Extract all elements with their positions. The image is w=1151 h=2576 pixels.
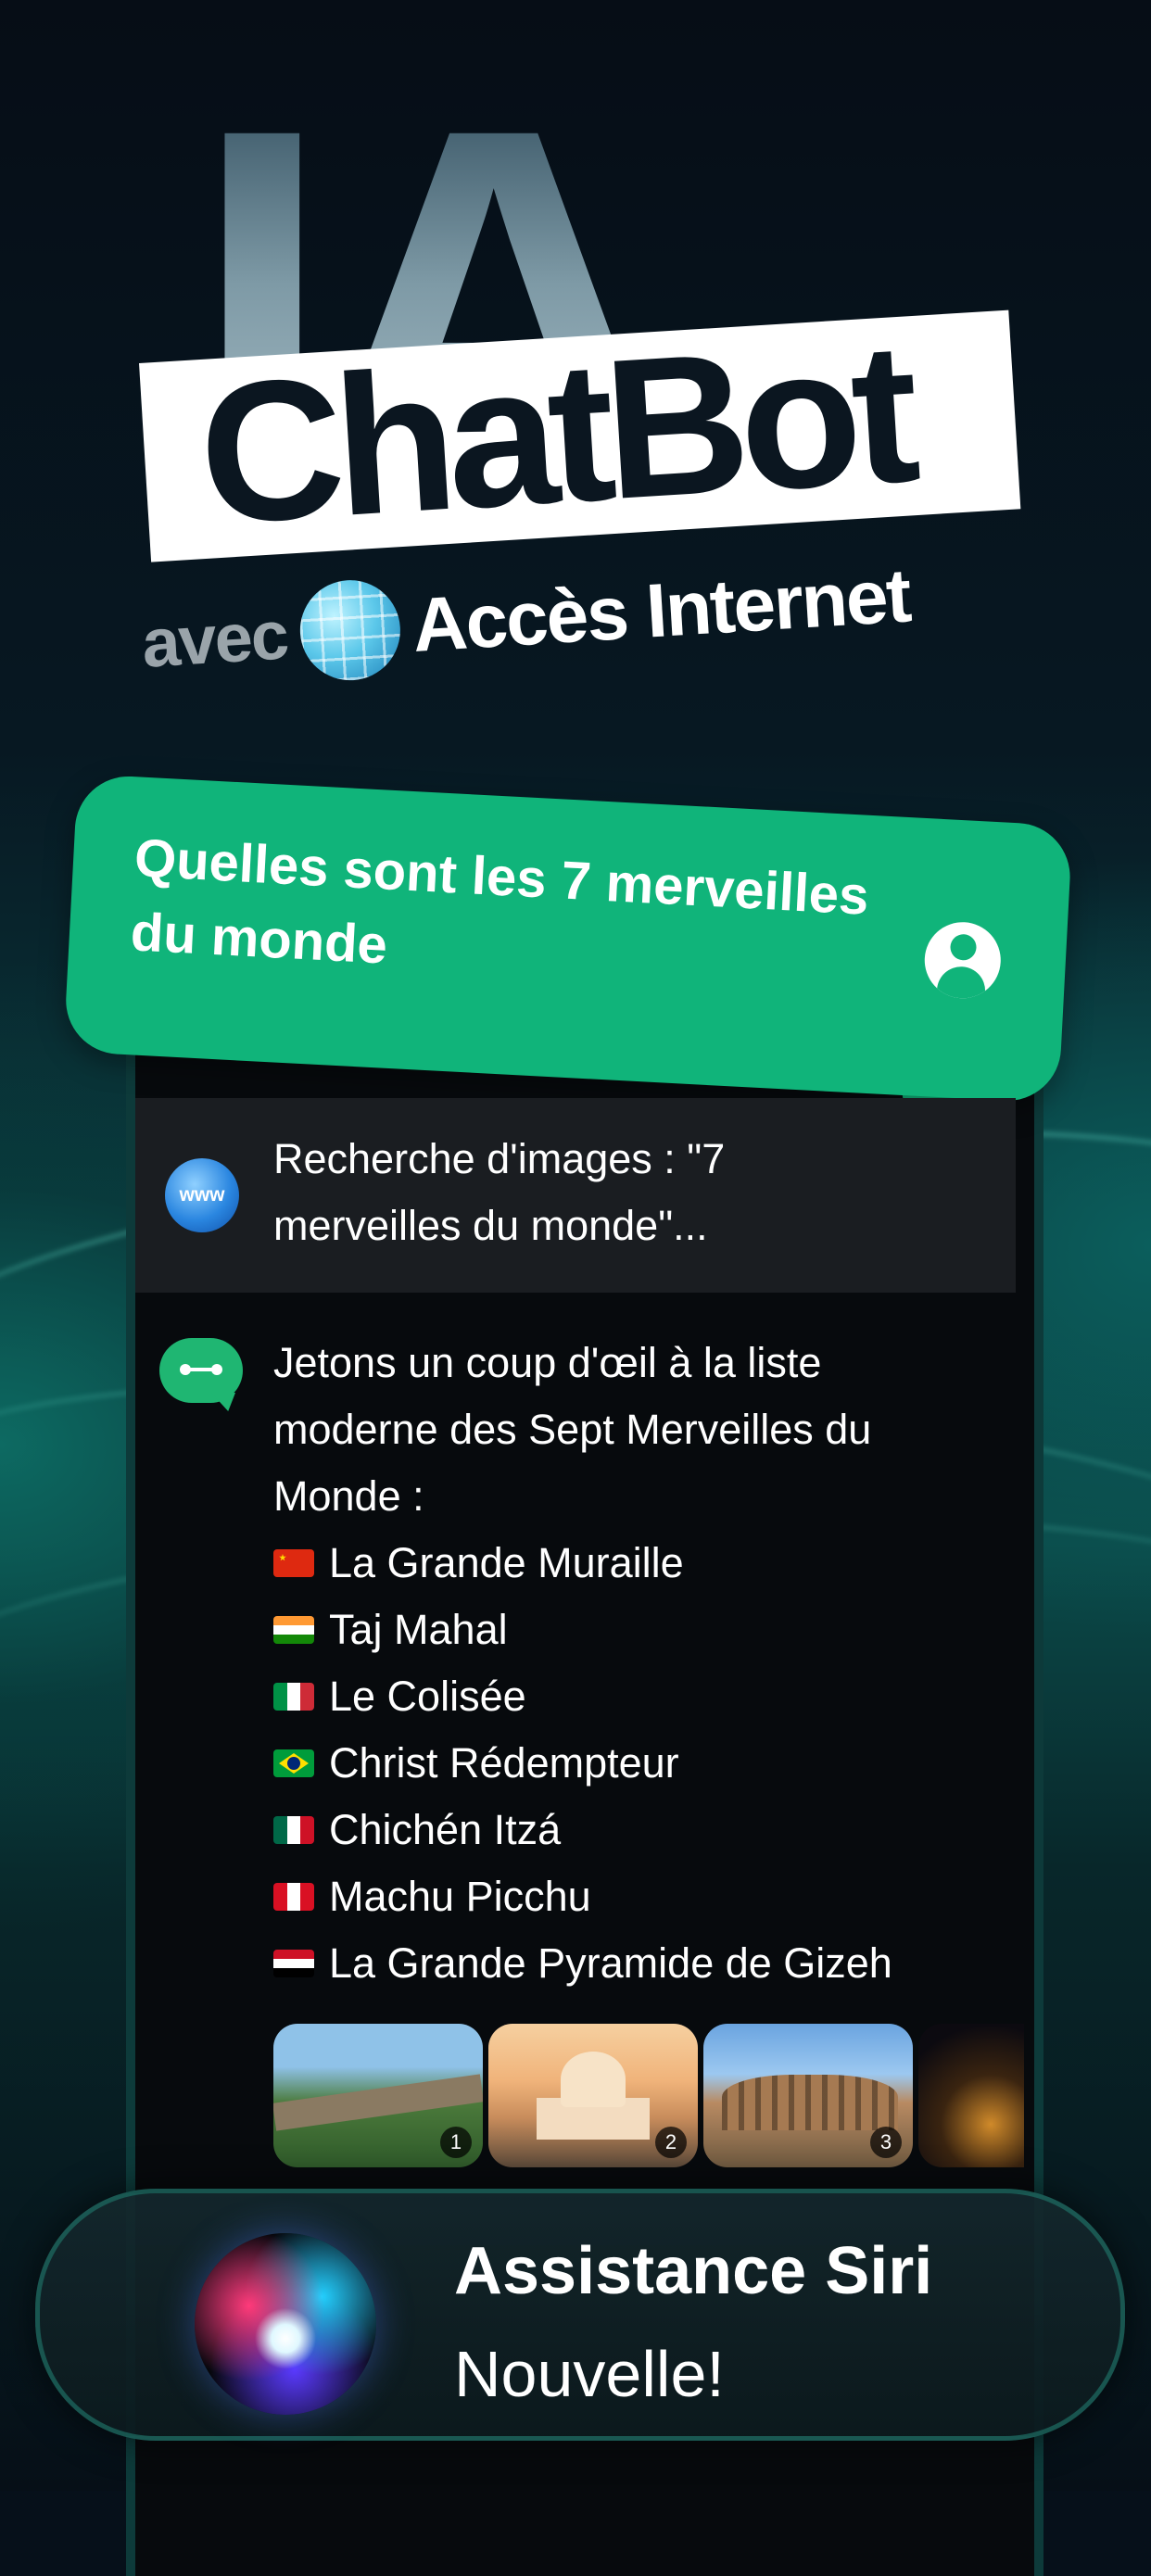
list-item-label: Chichén Itzá [329,1806,562,1853]
italy-flag-icon [273,1683,314,1711]
image-thumbnail-night-city[interactable] [918,2024,1024,2167]
peru-flag-icon [273,1883,314,1911]
egypt-flag-icon [273,1950,314,1977]
siri-orb-icon [195,2233,376,2415]
list-item: Le Colisée [273,1663,996,1730]
list-item-label: Le Colisée [329,1673,526,1720]
thumbnail-number: 1 [440,2127,472,2158]
list-item: Machu Picchu [273,1863,996,1930]
headline-chatbot-box: ChatBot [139,299,1021,566]
globe-icon [297,576,403,684]
www-globe-icon: www [165,1158,239,1232]
list-item: Taj Mahal [273,1597,996,1663]
list-item-label: Christ Rédempteur [329,1739,679,1787]
image-thumbnail-great-wall[interactable]: 1 [273,2024,483,2167]
list-item: La Grande Muraille [273,1530,996,1597]
list-item-label: Machu Picchu [329,1873,591,1920]
brazil-flag-icon [273,1749,314,1777]
india-flag-icon [273,1616,314,1644]
user-question-text: Quelles sont les 7 merveilles du monde [129,827,871,976]
search-status-text: Recherche d'images : "7 merveilles du mo… [273,1135,726,1249]
thumbnail-number: 2 [655,2127,687,2158]
siri-title: Assistance Siri [454,2234,933,2308]
headline-chatbot: ChatBot [193,299,917,566]
image-results-carousel[interactable]: 1 2 3 [273,2024,1024,2167]
wonders-list: La Grande Muraille Taj Mahal Le Colisée … [273,1530,996,1997]
list-item-label: Taj Mahal [329,1606,508,1653]
answer-intro: Jetons un coup d'œil à la liste moderne … [273,1339,872,1520]
china-flag-icon [273,1549,314,1577]
list-item: Chichén Itzá [273,1797,996,1863]
list-item-label: La Grande Pyramide de Gizeh [329,1939,892,1987]
user-question-bubble: Quelles sont les 7 merveilles du monde [63,774,1073,1104]
image-thumbnail-taj-mahal[interactable]: 2 [488,2024,698,2167]
list-item-label: La Grande Muraille [329,1539,684,1586]
subline-avec: avec [139,595,290,682]
image-thumbnail-colosseum[interactable]: 3 [703,2024,913,2167]
mexico-flag-icon [273,1816,314,1844]
thumbnail-number: 3 [870,2127,902,2158]
bot-answer: Jetons un coup d'œil à la liste moderne … [273,1330,996,1997]
siri-subtitle: Nouvelle! [454,2338,725,2410]
user-avatar-icon [922,920,1003,1001]
list-item: Christ Rédempteur [273,1730,996,1797]
list-item: La Grande Pyramide de Gizeh [273,1930,996,1997]
